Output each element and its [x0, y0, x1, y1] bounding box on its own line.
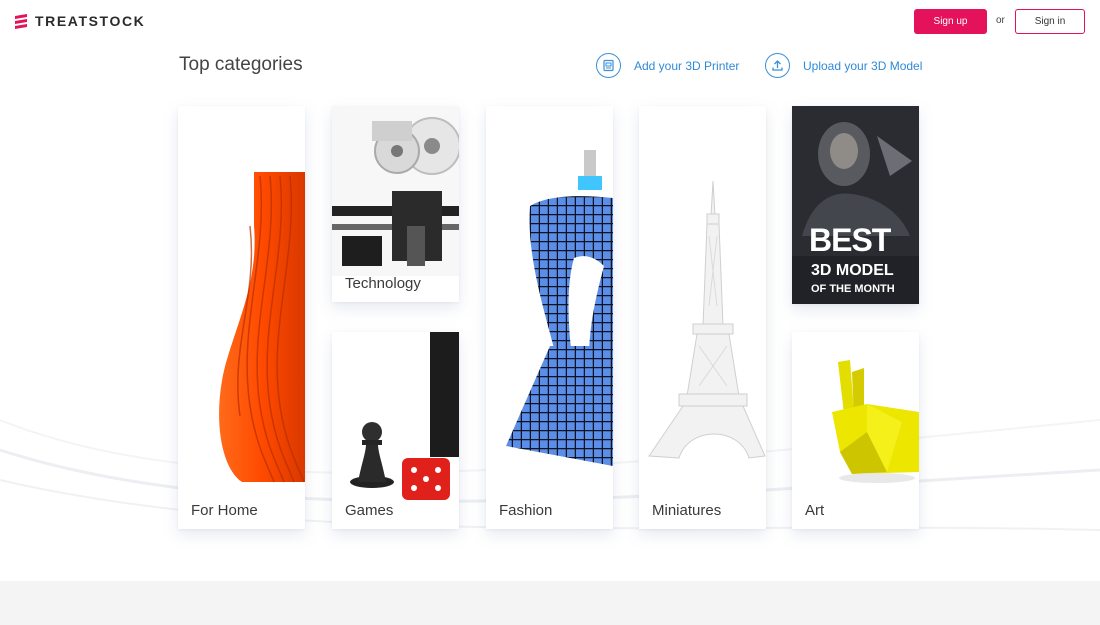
brand-logo[interactable]: TREATSTOCK [13, 13, 145, 29]
category-card-technology[interactable]: Technology [332, 106, 459, 302]
category-label-fashion: Fashion [499, 502, 553, 519]
chess-dice-image [350, 332, 459, 500]
printer-icon [596, 53, 621, 78]
eiffel-tower-image [648, 180, 766, 459]
category-card-fashion[interactable]: Fashion [486, 106, 613, 529]
category-label-technology: Technology [345, 275, 421, 292]
best-model-promo-card[interactable]: BEST 3D MODEL OF THE MONTH [792, 106, 919, 304]
category-card-games[interactable]: Games [332, 332, 459, 529]
promo-text-best: BEST [809, 222, 891, 258]
dress-image [506, 150, 613, 466]
category-label-miniatures: Miniatures [652, 502, 722, 519]
treatstock-logo-icon [15, 14, 27, 29]
category-card-miniatures[interactable]: Miniatures [639, 106, 766, 529]
add-printer-label: Add your 3D Printer [634, 58, 740, 73]
category-label-art: Art [805, 502, 825, 519]
sign-up-button[interactable]: Sign up [914, 9, 987, 34]
footer-band [0, 581, 1100, 625]
brand-name: TREATSTOCK [35, 13, 146, 29]
category-label-for-home: For Home [191, 502, 258, 519]
add-printer-link[interactable]: Add your 3D Printer [596, 53, 739, 78]
upload-model-label: Upload your 3D Model [803, 58, 923, 73]
top-header: TREATSTOCK Sign up or Sign in [0, 0, 1100, 44]
vase-image [219, 172, 305, 483]
sign-in-button[interactable]: Sign in [1015, 9, 1085, 34]
section-title: Top categories [179, 54, 303, 75]
promo-text-of-the-month: OF THE MONTH [811, 283, 895, 295]
category-card-for-home[interactable]: For Home [178, 106, 305, 529]
low-poly-rabbit-image [832, 360, 919, 483]
category-label-games: Games [345, 502, 394, 519]
category-card-art[interactable]: Art [792, 332, 919, 529]
promo-text-3d-model: 3D MODEL [811, 262, 894, 279]
printer-mechanism-image [332, 106, 459, 276]
upload-icon [765, 53, 790, 78]
or-separator: or [996, 15, 1005, 26]
upload-model-link[interactable]: Upload your 3D Model [765, 53, 922, 78]
